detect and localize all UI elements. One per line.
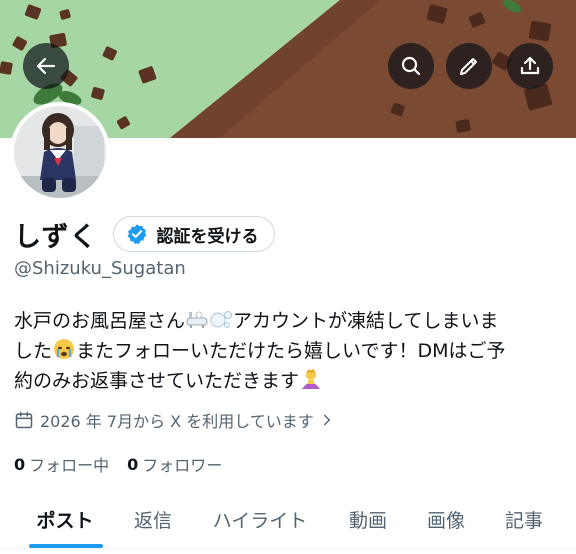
crying-face-icon bbox=[54, 339, 75, 359]
bio: 水戸のお風呂屋さん アカウントが凍結してしまいま した またフォローいただけたら嬉し… bbox=[14, 306, 562, 396]
following-link[interactable]: 0 フォロー中 bbox=[14, 452, 109, 476]
tab-highlights[interactable]: ハイライト bbox=[200, 492, 320, 546]
search-button[interactable] bbox=[388, 43, 434, 89]
tab-replies[interactable]: 返信 bbox=[122, 492, 184, 546]
tab-articles[interactable]: 記事 bbox=[492, 492, 556, 546]
follow-stats: 0 フォロー中 0 フォロワー bbox=[14, 452, 222, 476]
user-handle: @Shizuku_Sugatan bbox=[14, 258, 186, 279]
joined-text: 2026 年 7月から X を利用しています bbox=[40, 412, 314, 431]
bio-text-1: 水戸のお風呂屋さん bbox=[14, 310, 186, 332]
avatar[interactable] bbox=[10, 102, 110, 202]
edit-button[interactable] bbox=[446, 43, 492, 89]
bio-text-2b: またフォローいただけたら嬉しいです！DMはご予 bbox=[76, 340, 506, 362]
following-label: フォロー中 bbox=[29, 456, 110, 475]
share-icon bbox=[520, 56, 540, 75]
share-button[interactable] bbox=[507, 43, 553, 89]
followers-label: フォロワー bbox=[142, 456, 223, 475]
joined-date[interactable]: 2026 年 7月から X を利用しています bbox=[14, 408, 334, 432]
get-verified-button[interactable]: 認証を受ける bbox=[113, 216, 276, 252]
search-icon bbox=[401, 56, 421, 76]
bubbles-icon bbox=[210, 311, 233, 328]
bio-line-3: 約のみお返事させていただきます bbox=[14, 366, 562, 396]
avatar-image bbox=[14, 106, 106, 198]
bio-text-2a: した bbox=[14, 340, 53, 362]
calendar-icon bbox=[15, 411, 33, 429]
get-verified-label: 認証を受ける bbox=[156, 226, 259, 247]
bowing-person-icon bbox=[302, 368, 321, 389]
tabs-divider bbox=[0, 548, 576, 549]
bio-text-1b: アカウントが凍結してしまいま bbox=[233, 310, 499, 332]
tab-images[interactable]: 画像 bbox=[414, 492, 478, 546]
chevron-right-icon bbox=[323, 414, 330, 426]
bio-text-3: 約のみお返事させていただきます bbox=[14, 370, 300, 392]
pencil-icon bbox=[460, 58, 477, 75]
bathtub-icon bbox=[186, 311, 208, 328]
name-row: しずく 認証を受ける bbox=[14, 214, 276, 254]
verified-badge-icon bbox=[128, 224, 147, 245]
followers-count: 0 bbox=[127, 454, 139, 474]
bio-line-2: した またフォローいただけたら嬉しいです！DMはご予 bbox=[14, 336, 562, 366]
profile-tabs: ポスト 返信 ハイライト 動画 画像 記事 bbox=[0, 492, 576, 554]
display-name: しずく bbox=[14, 221, 98, 253]
tab-posts[interactable]: ポスト bbox=[20, 492, 110, 546]
tab-videos[interactable]: 動画 bbox=[336, 492, 400, 546]
following-count: 0 bbox=[14, 454, 26, 474]
arrow-left-icon bbox=[36, 57, 56, 75]
followers-link[interactable]: 0 フォロワー bbox=[127, 452, 222, 476]
back-button[interactable] bbox=[23, 43, 69, 89]
bio-line-1: 水戸のお風呂屋さん アカウントが凍結してしまいま bbox=[14, 306, 562, 336]
